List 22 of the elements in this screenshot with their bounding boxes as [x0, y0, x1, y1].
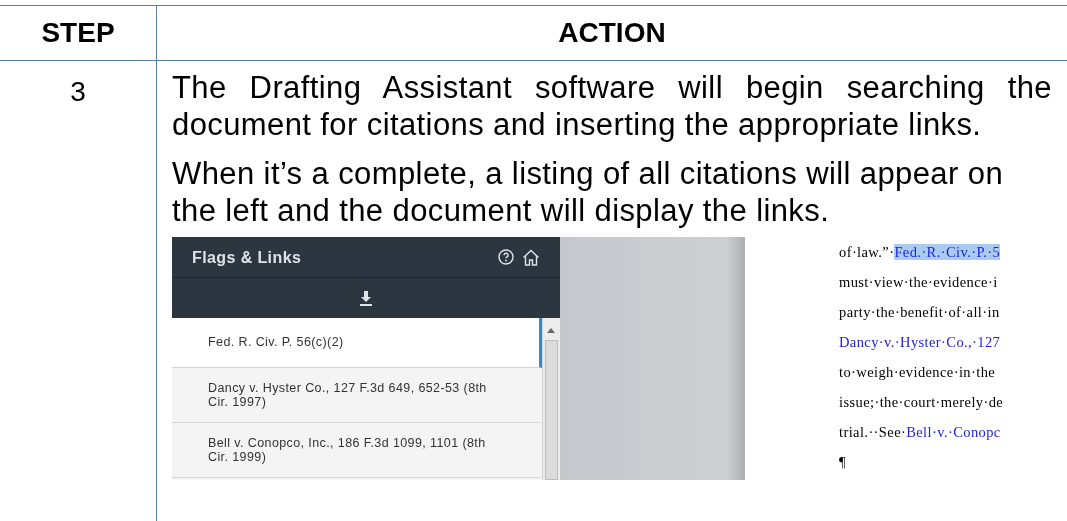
citation-link[interactable]: Bell·v.·Conopc: [906, 424, 1001, 440]
document-text: trial.··See·: [839, 424, 907, 440]
document-text: party·the·benefit·of·all·in: [839, 304, 1000, 320]
document-text: must·view·the·evidence·i: [839, 274, 998, 290]
column-header: STEP: [0, 6, 157, 60]
instruction-text: The Drafting Assistant software will begin searching the document for citations and inserting the appropriate links.: [172, 69, 1052, 143]
citation-link[interactable]: Fed.·R.·Civ.·P.·5: [894, 244, 1001, 260]
document-text: to·weigh·evidence·in·the: [839, 364, 996, 380]
column-header: ACTION: [557, 16, 667, 50]
panel-title: Flags & Links: [192, 247, 302, 268]
scroll-up-arrow-icon[interactable]: [547, 328, 555, 333]
citation-link[interactable]: Dancy·v.·Hyster·Co.,·127: [839, 334, 1001, 350]
document-text: of·law.”·: [839, 244, 895, 260]
document-text: issue;·the·court·merely·de: [839, 394, 1004, 410]
help-icon[interactable]: [498, 249, 514, 265]
scrollbar[interactable]: [542, 318, 560, 480]
instruction-text: When it’s a complete, a listing of all citations will appear on the left and the document will display the links.: [172, 155, 1005, 229]
citation-item[interactable]: Fed. R. Civ. P. 56(c)(2): [172, 318, 542, 368]
download-icon[interactable]: [359, 290, 373, 306]
step-number: 3: [0, 61, 157, 521]
home-icon[interactable]: [522, 248, 540, 266]
document-text: ¶: [839, 454, 846, 470]
